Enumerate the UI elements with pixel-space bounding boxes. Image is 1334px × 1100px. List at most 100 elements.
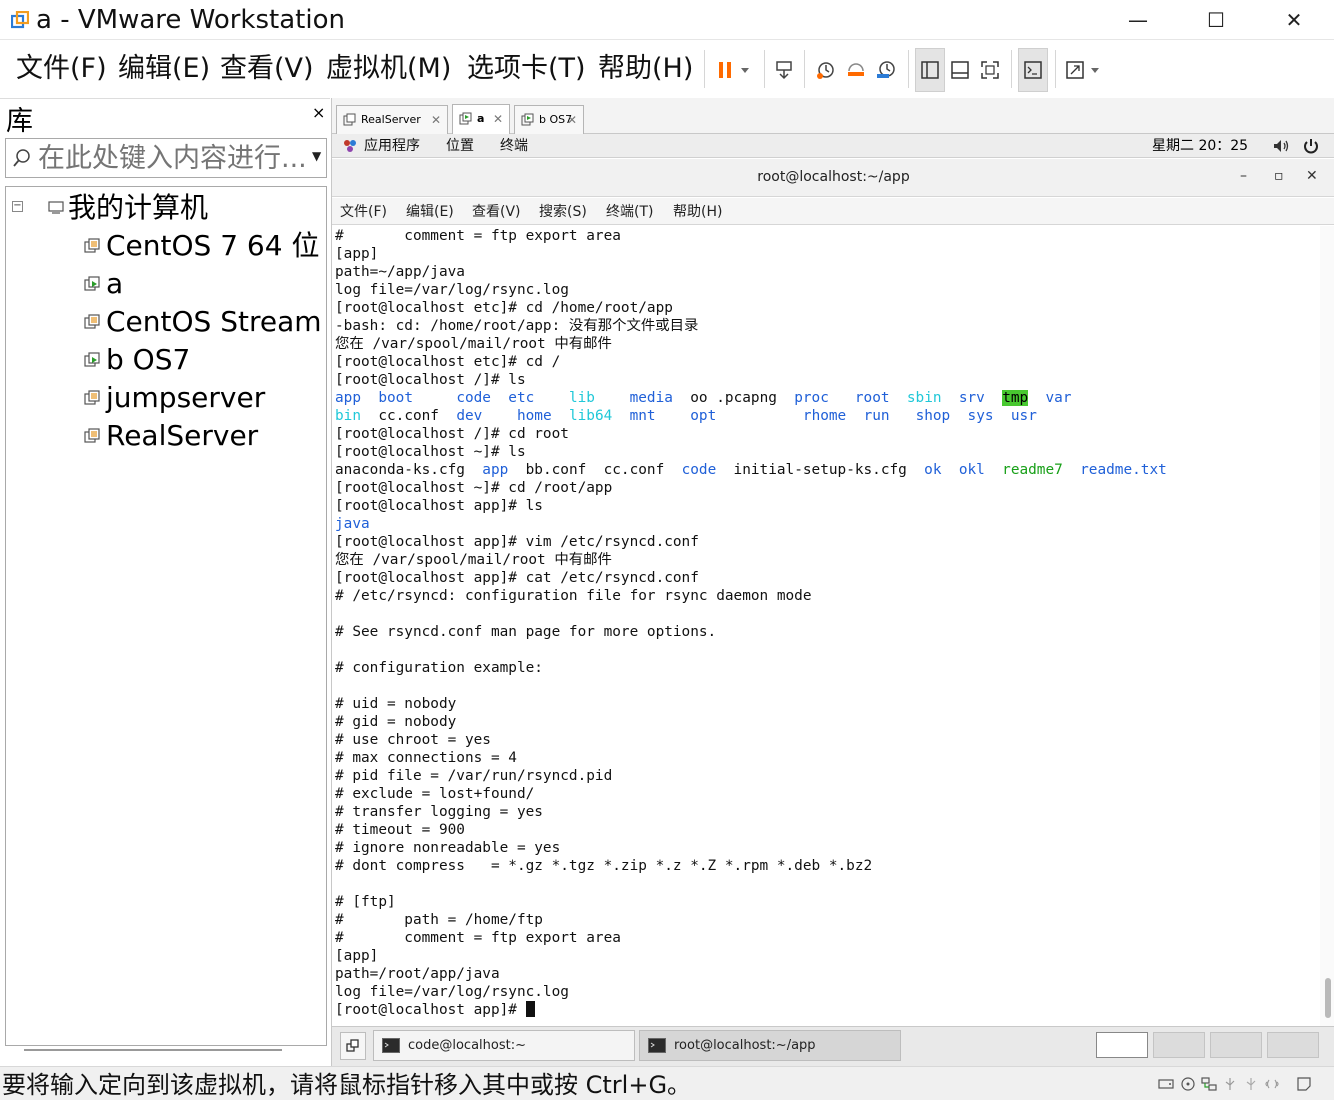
status-message: 要将输入定向到该虚拟机，请将鼠标指针移入其中或按 Ctrl+G。 — [2, 1071, 692, 1099]
terminal-line: [root@localhost app]# vim /etc/rsyncd.co… — [335, 533, 1320, 551]
vm-tab-label: RealServer — [361, 113, 421, 126]
terminal-line: # [ftp] — [335, 893, 1320, 911]
power-icon[interactable] — [1302, 137, 1320, 155]
usb-icon[interactable] — [1222, 1076, 1238, 1092]
show-desktop-button[interactable] — [340, 1032, 366, 1060]
menu-edit[interactable]: 编辑(E) — [118, 50, 210, 88]
terminal-maximize-button[interactable]: ▫ — [1274, 168, 1284, 184]
snapshot-take-button[interactable] — [811, 48, 841, 92]
minimize-button[interactable]: — — [1100, 0, 1176, 40]
terminal-file-entry: lib64 — [568, 408, 613, 424]
terminal-menu-item[interactable]: 搜索(S) — [539, 202, 587, 222]
vm-tab-close-button[interactable]: ✕ — [431, 107, 441, 133]
terminal-text: # dont compress = *.gz *.tgz *.zip *.z *… — [335, 858, 873, 874]
usb2-icon[interactable] — [1243, 1076, 1259, 1092]
volume-icon[interactable] — [1272, 138, 1290, 154]
network-icon[interactable] — [1201, 1076, 1217, 1092]
menu-help[interactable]: 帮助(H) — [598, 50, 693, 88]
terminal-file-entry: app — [335, 390, 361, 406]
guest-menu-applications[interactable]: 应用程序 — [364, 136, 420, 156]
maximize-button[interactable]: ☐ — [1178, 0, 1254, 40]
terminal-output[interactable]: # comment = ftp export area [app] path=~/a… — [332, 226, 1320, 1026]
vm-tab[interactable]: b OS7 ✕ — [514, 105, 584, 134]
vm-tab[interactable]: a ✕ — [452, 104, 510, 134]
terminal-scrollbar-thumb[interactable] — [1325, 978, 1331, 1018]
terminal-text: # transfer logging = yes — [335, 804, 543, 820]
tree-collapse-toggle[interactable]: − — [12, 201, 23, 212]
vm-label: b OS7 — [106, 343, 191, 376]
tree-root-label[interactable]: 我的计算机 — [68, 189, 208, 227]
terminal-scrollbar[interactable] — [1320, 226, 1334, 1026]
workspace-button[interactable] — [1153, 1032, 1205, 1058]
menu-vm[interactable]: 虚拟机(M) — [326, 50, 451, 88]
virtual-machine-icon — [84, 276, 100, 291]
terminal-text: # ignore nonreadable = yes — [335, 840, 561, 856]
library-view-button[interactable] — [915, 48, 945, 92]
cdrom-icon[interactable] — [1180, 1076, 1196, 1092]
library-search-input[interactable] — [38, 141, 308, 175]
terminal-text: oo .pcapng — [672, 390, 795, 406]
terminal-close-button[interactable]: ✕ — [1306, 168, 1318, 184]
workspace-button[interactable] — [1210, 1032, 1262, 1058]
vm-tab[interactable]: RealServer ✕ — [336, 105, 448, 134]
terminal-text: # [ftp] — [335, 894, 396, 910]
close-button[interactable]: ✕ — [1256, 0, 1332, 40]
message-icon[interactable] — [1296, 1076, 1312, 1092]
pause-icon — [719, 62, 749, 78]
library-close-button[interactable]: × — [312, 103, 325, 122]
pause-button[interactable] — [710, 48, 756, 92]
guest-clock[interactable]: 星期二 20：25 — [1152, 136, 1248, 156]
vm-label: jumpserver — [106, 381, 266, 414]
fullscreen-icon — [981, 61, 999, 79]
library-horizontal-scrollbar[interactable] — [24, 1049, 282, 1051]
terminal-line: bin cc.conf dev home lib64 mnt opt rhome… — [335, 407, 1320, 425]
terminal-minimize-button[interactable]: – — [1240, 168, 1247, 184]
menu-view[interactable]: 查看(V) — [220, 50, 314, 88]
vm-tab-close-button[interactable]: ✕ — [493, 106, 503, 132]
terminal-line: [root@localhost /]# ls — [335, 371, 1320, 389]
terminal-menu-item[interactable]: 帮助(H) — [673, 202, 722, 222]
terminal-line: # exclude = lost+found/ — [335, 785, 1320, 803]
terminal-file-entry: code — [681, 462, 717, 478]
sound-icon[interactable] — [1264, 1076, 1280, 1092]
console-view-button[interactable] — [1018, 48, 1048, 92]
taskbar-task[interactable]: code@localhost:~ — [373, 1030, 635, 1061]
terminal-menu-item[interactable]: 文件(F) — [340, 202, 387, 222]
send-ctrl-alt-del-button[interactable] — [769, 48, 799, 92]
snapshot-manager-button[interactable] — [871, 48, 901, 92]
snapshot-revert-button[interactable] — [841, 48, 871, 92]
terminal-text: -bash: cd: /home/root/app: 没有那个文件或目录 — [335, 318, 699, 334]
taskbar-task[interactable]: root@localhost:~/app — [639, 1030, 901, 1061]
fullscreen-button[interactable] — [975, 48, 1005, 92]
terminal-file-entry: root — [854, 390, 890, 406]
vm-label: CentOS 7 64 位 — [106, 229, 320, 262]
hdd-icon[interactable] — [1158, 1076, 1174, 1092]
terminal-text: # path = /home/ftp — [335, 912, 543, 928]
console-view-icon — [1024, 61, 1042, 79]
search-dropdown-icon[interactable]: ▼ — [312, 149, 321, 163]
terminal-text: # configuration example: — [335, 660, 543, 676]
terminal-line: # comment = ftp export area — [335, 227, 1320, 245]
menu-file[interactable]: 文件(F) — [16, 50, 107, 88]
terminal-menu-item[interactable]: 查看(V) — [472, 202, 521, 222]
workspace-button[interactable] — [1267, 1032, 1319, 1058]
terminal-text: [app] — [335, 246, 379, 262]
guest-menu-places[interactable]: 位置 — [446, 136, 474, 156]
terminal-menu-item[interactable]: 编辑(E) — [406, 202, 454, 222]
guest-menu-terminal[interactable]: 终端 — [500, 136, 528, 156]
workspace-button[interactable] — [1096, 1032, 1148, 1058]
thumbnail-bar-button[interactable] — [945, 48, 975, 92]
vm-tab-close-button[interactable]: ✕ — [567, 107, 577, 133]
terminal-file-entry: opt — [690, 408, 717, 424]
terminal-line: # ignore nonreadable = yes — [335, 839, 1320, 857]
menu-tabs[interactable]: 选项卡(T) — [467, 50, 586, 88]
terminal-menu-item[interactable]: 终端(T) — [606, 202, 653, 222]
terminal-file-entry: readme.txt — [1080, 462, 1167, 478]
unity-stretch-button[interactable] — [1062, 48, 1104, 92]
